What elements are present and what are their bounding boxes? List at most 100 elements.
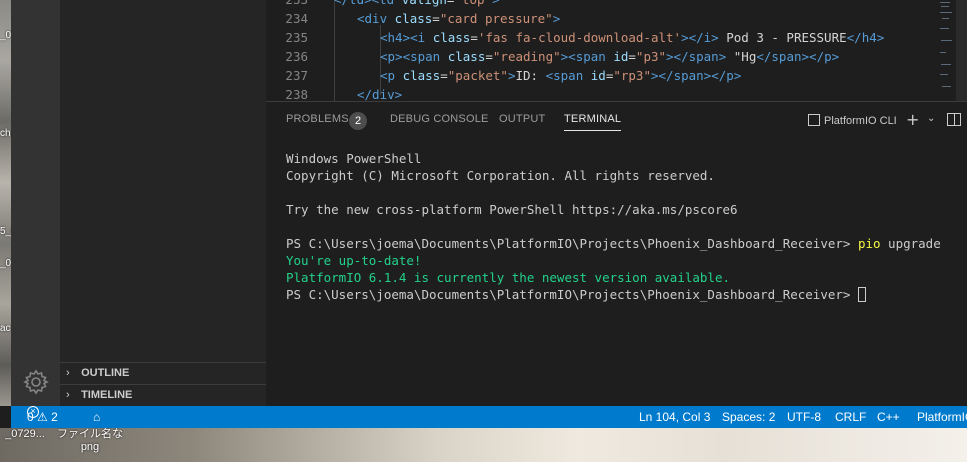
code-line: </div>	[357, 87, 402, 101]
code-token: =	[440, 68, 448, 83]
code-token: "p3"	[635, 49, 667, 64]
code-token: >	[492, 0, 500, 7]
code-line: <p><span class="reading"><span id="p3"><…	[380, 49, 839, 64]
terminal-line: You're up-to-date!	[286, 252, 941, 269]
language-mode[interactable]: C++	[877, 406, 900, 428]
panel-tabs: PROBLEMS 2 DEBUG CONSOLE OUTPUT TERMINAL…	[266, 102, 967, 138]
code-token: "packet"	[447, 68, 508, 83]
terminal-line-text: You're up-to-date!	[286, 253, 422, 268]
code-line: <p class="packet">ID: <span id="rp3"></s…	[380, 68, 741, 83]
terminal-line-text: Try the new cross-platform PowerShell ht…	[286, 202, 738, 217]
desktop-icon-label[interactable]: _0729...	[0, 428, 50, 441]
encoding-setting[interactable]: UTF-8	[787, 406, 821, 428]
code-token: class	[447, 49, 486, 64]
terminal-line-text: PS C:\Users\joema\Documents\PlatformIO\P…	[286, 287, 858, 302]
indentation-setting[interactable]: Spaces: 2	[722, 406, 775, 428]
code-token: "top"	[454, 0, 492, 7]
code-token: <p	[380, 68, 403, 83]
tab-terminal[interactable]: TERMINAL	[564, 113, 622, 131]
tab-debug-console[interactable]: DEBUG CONSOLE	[390, 113, 489, 125]
sidebar: › OUTLINE › TIMELINE	[60, 0, 266, 406]
code-token: "Hg	[726, 49, 757, 64]
code-token: <p><span	[380, 49, 448, 64]
desktop-icon-label-line: png	[80, 441, 100, 453]
desktop-icon-label-line: ファイル名な	[57, 428, 123, 440]
terminal-line: Copyright (C) Microsoft Corporation. All…	[286, 167, 941, 184]
line-number: 234	[285, 11, 308, 26]
code-token: "card pressure"	[439, 11, 553, 26]
desktop-icon-label: _0	[0, 30, 12, 41]
code-token: <span	[545, 68, 591, 83]
desktop-icon-label: ch	[0, 128, 11, 139]
timeline-section-header[interactable]: › TIMELINE	[60, 384, 266, 406]
line-number: 236	[285, 49, 308, 64]
platformio-status[interactable]: PlatformIO	[917, 406, 967, 428]
code-token: "reading"	[492, 49, 561, 64]
minimap[interactable]	[939, 0, 953, 101]
code-token: >	[552, 11, 561, 26]
code-line: <div class="card pressure">	[357, 11, 560, 26]
chevron-right-icon: ›	[66, 367, 70, 379]
tab-problems[interactable]: PROBLEMS	[286, 113, 349, 125]
terminal-line: PS C:\Users\joema\Documents\PlatformIO\P…	[286, 286, 941, 303]
code-token: <h4><i	[380, 30, 433, 45]
cursor-position[interactable]: Ln 104, Col 3	[639, 406, 710, 428]
problems-count-badge: 2	[349, 112, 367, 130]
desktop-icon-label: _0	[0, 258, 12, 269]
code-line: <h4><i class='fas fa-cloud-download-alt'…	[380, 30, 884, 45]
desktop-icon-label[interactable]: ファイル名な png	[55, 428, 125, 454]
code-token: </div>	[357, 87, 403, 101]
chevron-right-icon: ›	[66, 389, 70, 401]
line-ending-setting[interactable]: CRLF	[835, 406, 866, 428]
terminal-selector[interactable]: PlatformIO CLI	[808, 112, 897, 130]
code-token: >	[507, 68, 516, 83]
terminal-line: PS C:\Users\joema\Documents\PlatformIO\P…	[286, 235, 941, 252]
error-icon: ×	[27, 406, 39, 418]
code-token: ></span></p>	[651, 68, 742, 83]
code-token: </td><td	[334, 0, 402, 7]
code-token: valign	[402, 0, 447, 7]
bottom-panel: PROBLEMS 2 DEBUG CONSOLE OUTPUT TERMINAL…	[266, 101, 967, 406]
desktop-background-left: _0 ch 5_0 _0 ac	[0, 0, 17, 406]
terminal-command-args: upgrade	[880, 236, 941, 251]
code-token: <div	[357, 11, 395, 26]
gear-icon[interactable]	[23, 369, 49, 395]
code-token: class	[394, 11, 433, 26]
chevron-down-icon[interactable]: ⌄	[927, 113, 935, 124]
terminal-line-text: Windows PowerShell	[286, 151, 422, 166]
code-editor[interactable]: 233</td><td valign="top">234<div class="…	[266, 0, 967, 101]
desktop-background-bottom: _0729... ファイル名な png	[0, 428, 967, 462]
code-token: ID:	[515, 68, 546, 83]
line-number: 233	[266, 0, 308, 7]
outline-section-header[interactable]: › OUTLINE	[60, 362, 266, 384]
terminal-icon	[808, 114, 820, 126]
code-token: class	[402, 68, 441, 83]
activity-bar	[11, 0, 60, 406]
new-terminal-icon[interactable]: +	[906, 110, 919, 129]
terminal-command: pio	[857, 236, 881, 251]
editor-scrollbar[interactable]	[956, 0, 967, 101]
tab-output[interactable]: OUTPUT	[499, 113, 545, 125]
indent-guide	[334, 0, 335, 101]
code-token: id	[590, 68, 606, 83]
problems-status[interactable]: × 0 ⚠ 2	[27, 406, 58, 428]
code-token: </span></p>	[756, 49, 840, 64]
code-token: id	[613, 49, 629, 64]
terminal-selector-label: PlatformIO CLI	[824, 115, 897, 127]
line-number: 235	[285, 30, 308, 45]
desktop-icon-label-line: _0729...	[5, 428, 45, 440]
code-token: ><span	[560, 49, 614, 64]
timeline-label: TIMELINE	[81, 389, 133, 401]
code-token: class	[432, 30, 471, 45]
terminal-cursor	[857, 287, 866, 302]
split-terminal-icon[interactable]	[947, 113, 961, 126]
line-number: 238	[285, 87, 308, 101]
code-line: </td><td valign="top">	[334, 0, 500, 7]
terminal-line-text: Copyright (C) Microsoft Corporation. All…	[286, 168, 715, 183]
code-token: "rp3"	[613, 68, 651, 83]
home-icon[interactable]: ⌂	[93, 406, 100, 428]
code-token: =	[470, 30, 478, 45]
terminal-output[interactable]: Windows PowerShell Copyright (C) Microsof…	[286, 150, 941, 303]
terminal-line-text: PlatformIO 6.1.4 is currently the newest…	[286, 270, 731, 285]
